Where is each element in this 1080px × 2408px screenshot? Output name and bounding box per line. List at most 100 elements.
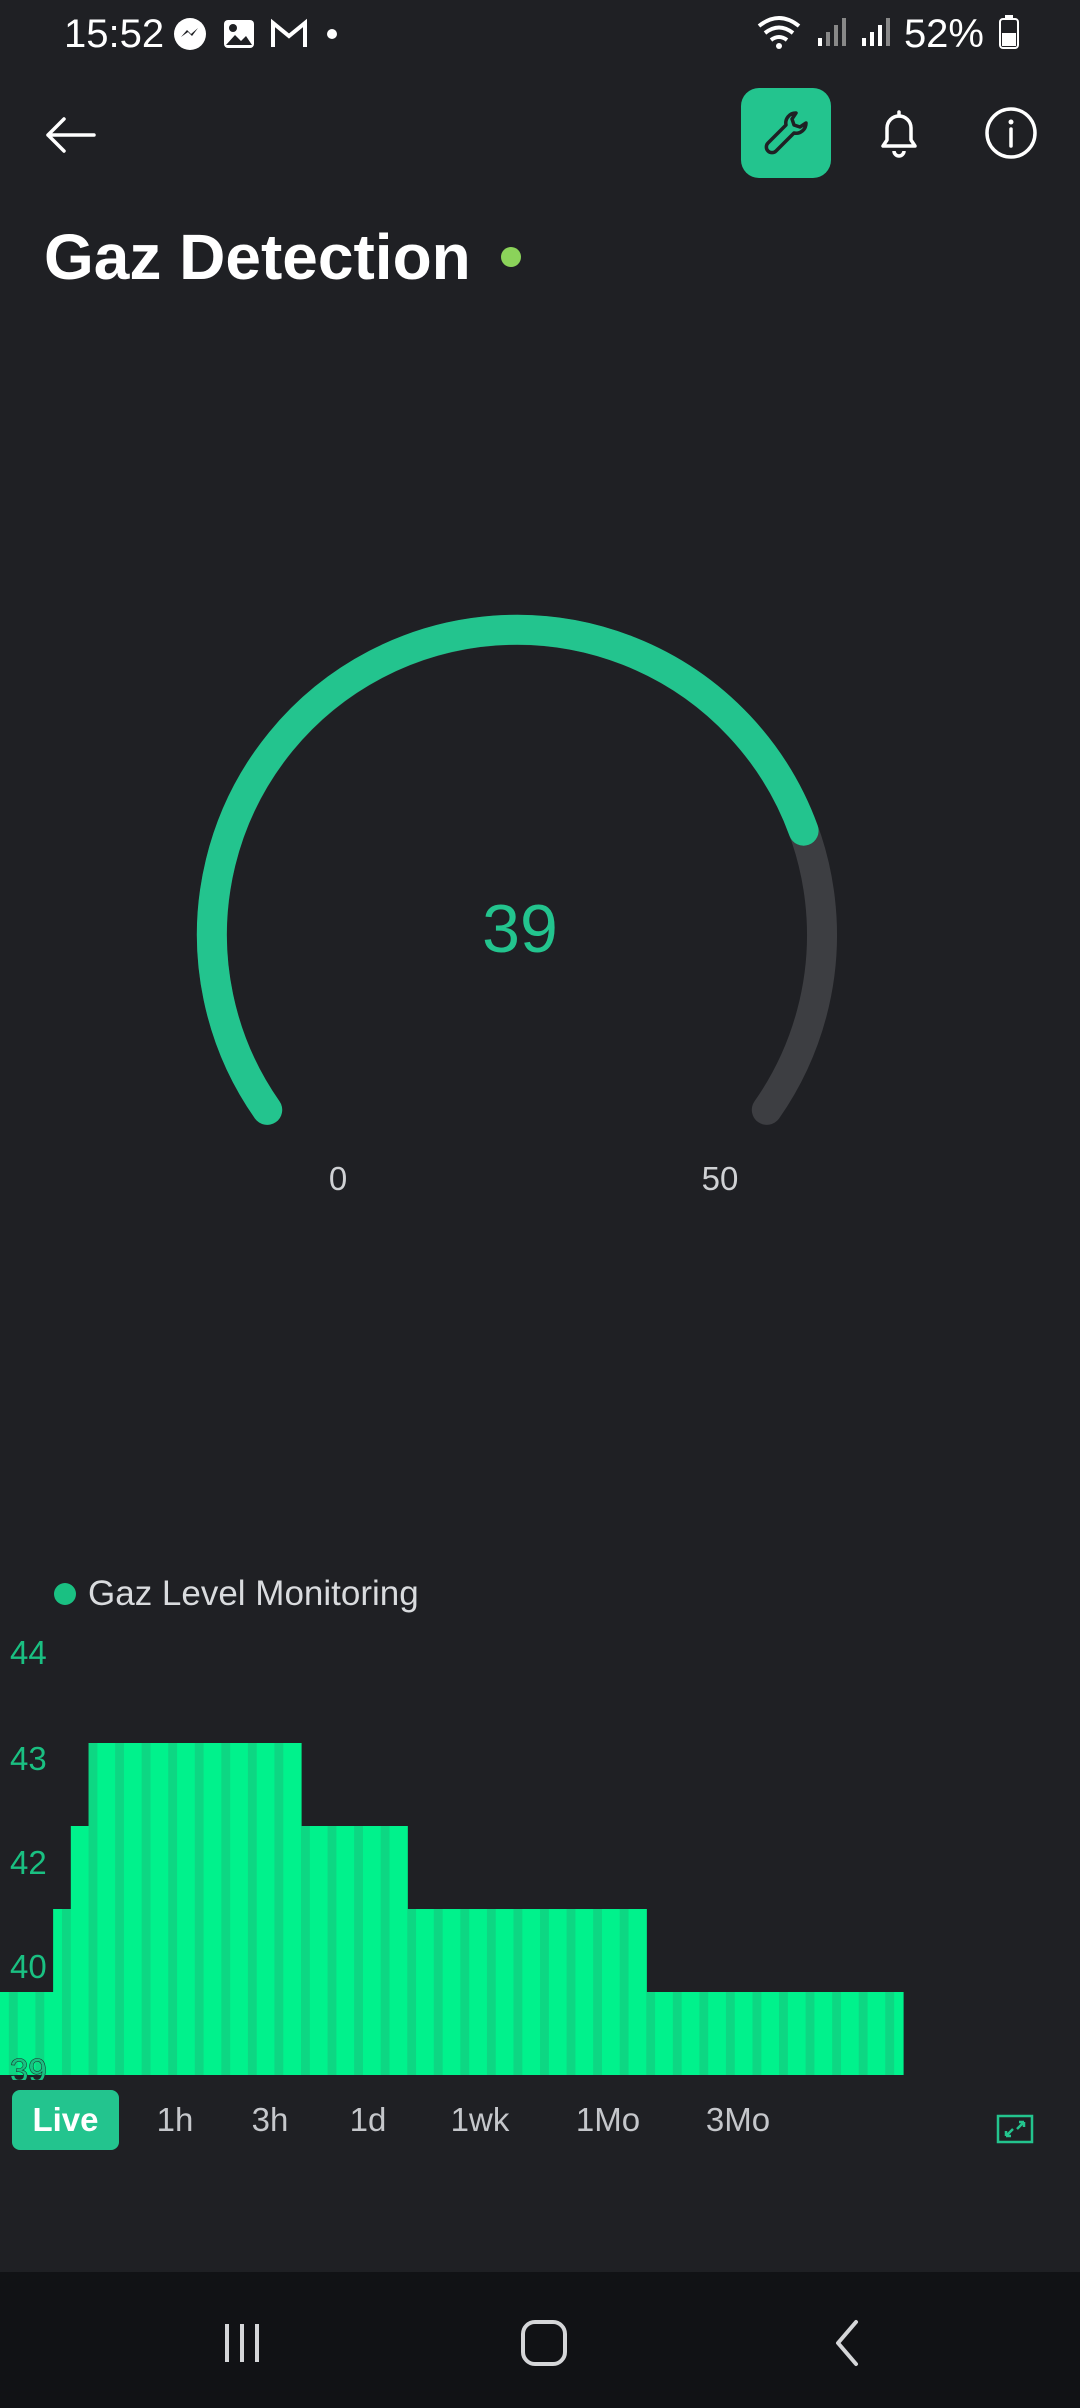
- chart-bar: [141, 1743, 152, 2075]
- recent-apps-icon: [225, 2324, 259, 2362]
- chart-bar: [292, 1743, 302, 2075]
- battery-icon: [998, 14, 1020, 55]
- back-nav-button[interactable]: [818, 2312, 878, 2372]
- chart-bar: [832, 1992, 842, 2075]
- chevron-left-icon: [836, 2320, 858, 2366]
- wrench-icon: [764, 111, 808, 155]
- range-button-3mo[interactable]: 3Mo: [688, 2090, 788, 2150]
- legend-label: Gaz Level Monitoring: [88, 1574, 419, 1613]
- chart-bar: [203, 1743, 214, 2075]
- range-button-3h[interactable]: 3h: [230, 2090, 310, 2150]
- expand-icon: [996, 2114, 1034, 2144]
- y-tick-label: 40: [10, 1948, 47, 1985]
- recent-apps-button[interactable]: [212, 2312, 272, 2372]
- chart-bar: [88, 1743, 98, 2075]
- y-tick-label: 43: [10, 1740, 47, 1777]
- chart-bar: [743, 1992, 754, 2075]
- chart-bar: [602, 1909, 612, 2075]
- chart-bar: [646, 1992, 656, 2075]
- chart-bar: [823, 1992, 833, 2075]
- gaz-level-chart[interactable]: 44 43 42 40 39: [0, 1630, 1080, 2080]
- gauge-widget: 39 0 50: [180, 600, 860, 1220]
- chart-bar: [504, 1909, 515, 2075]
- chart-bar: [663, 1992, 674, 2075]
- chart-bar: [61, 1909, 72, 2075]
- expand-chart-button[interactable]: [996, 2110, 1034, 2148]
- chart-bar: [283, 1743, 293, 2075]
- chart-bar: [132, 1743, 143, 2075]
- home-button[interactable]: [514, 2312, 574, 2372]
- range-button-1wk[interactable]: 1wk: [430, 2090, 530, 2150]
- dot-icon: [322, 24, 342, 49]
- chart-bar: [681, 1992, 692, 2075]
- range-button-1mo[interactable]: 1Mo: [558, 2090, 658, 2150]
- chart-bar: [265, 1743, 276, 2075]
- chart-bar: [345, 1826, 355, 2075]
- gallery-icon: [222, 17, 256, 56]
- page-title: Gaz Detection: [44, 221, 471, 293]
- navigation-bar: [0, 2272, 1080, 2408]
- range-button-1d[interactable]: 1d: [328, 2090, 408, 2150]
- chart-bar: [752, 1992, 762, 2075]
- chart-bar: [566, 1909, 577, 2075]
- chart-bar: [230, 1743, 240, 2075]
- y-tick-label: 42: [10, 1844, 47, 1881]
- home-icon: [521, 2320, 567, 2366]
- chart-bar: [115, 1743, 125, 2075]
- chart-bar: [805, 1992, 816, 2075]
- chart-bar: [486, 1909, 497, 2075]
- info-button[interactable]: [978, 100, 1044, 166]
- chart-bar: [717, 1992, 727, 2075]
- chart-bar: [531, 1909, 541, 2075]
- signal-icon: [860, 16, 890, 53]
- chart-bar: [398, 1826, 408, 2075]
- online-status-dot: [500, 247, 521, 267]
- range-button-1h[interactable]: 1h: [135, 2090, 215, 2150]
- chart-bar: [354, 1826, 364, 2075]
- chart-bar: [894, 1992, 904, 2075]
- gauge-value: 39: [482, 891, 558, 967]
- range-button-live[interactable]: Live: [12, 2090, 119, 2150]
- chart-bar: [150, 1743, 160, 2075]
- chart-bar: [699, 1992, 709, 2075]
- chart-bar: [177, 1743, 187, 2075]
- chart-bar: [770, 1992, 780, 2075]
- chart-bar: [610, 1909, 621, 2075]
- status-bar: 15:52 52%: [0, 0, 1080, 72]
- chart-bar: [97, 1743, 107, 2075]
- time-range-selector: Live 1h 3h 1d 1wk 1Mo 3Mo: [0, 2090, 1080, 2154]
- chart-bar: [849, 1992, 860, 2075]
- chart-bar: [389, 1826, 399, 2075]
- chart-bar: [619, 1909, 630, 2075]
- chart-bar: [814, 1992, 824, 2075]
- chart-bar: [194, 1743, 205, 2075]
- chart-bar: [433, 1909, 444, 2075]
- messenger-icon: [172, 16, 208, 57]
- y-tick-label: 39: [10, 2052, 47, 2080]
- chart-bar: [247, 1743, 258, 2075]
- signal-icon: [816, 16, 846, 53]
- chart-bar: [318, 1826, 329, 2075]
- chart-bar: [371, 1826, 382, 2075]
- title-row: Gaz Detection: [44, 220, 521, 294]
- notifications-button[interactable]: [866, 100, 932, 166]
- chart-bar: [301, 1826, 311, 2075]
- chart-bar: [495, 1909, 506, 2075]
- chart-bar: [469, 1909, 479, 2075]
- chart-bar: [637, 1909, 647, 2075]
- chart-bar: [858, 1992, 869, 2075]
- chart-bar: [725, 1992, 736, 2075]
- chart-bar: [672, 1992, 683, 2075]
- gauge-fill: [196, 614, 819, 1125]
- chart-bar: [787, 1992, 798, 2075]
- info-icon: [985, 107, 1037, 159]
- gauge-max-label: 50: [701, 1160, 739, 1197]
- top-bar: [0, 80, 1080, 190]
- back-button[interactable]: [38, 102, 104, 168]
- settings-button[interactable]: [741, 88, 831, 178]
- bell-icon: [881, 110, 917, 158]
- chart-bar: [460, 1909, 470, 2075]
- chart-bar: [796, 1992, 807, 2075]
- chart-bar: [123, 1743, 134, 2075]
- status-time: 15:52: [64, 12, 165, 56]
